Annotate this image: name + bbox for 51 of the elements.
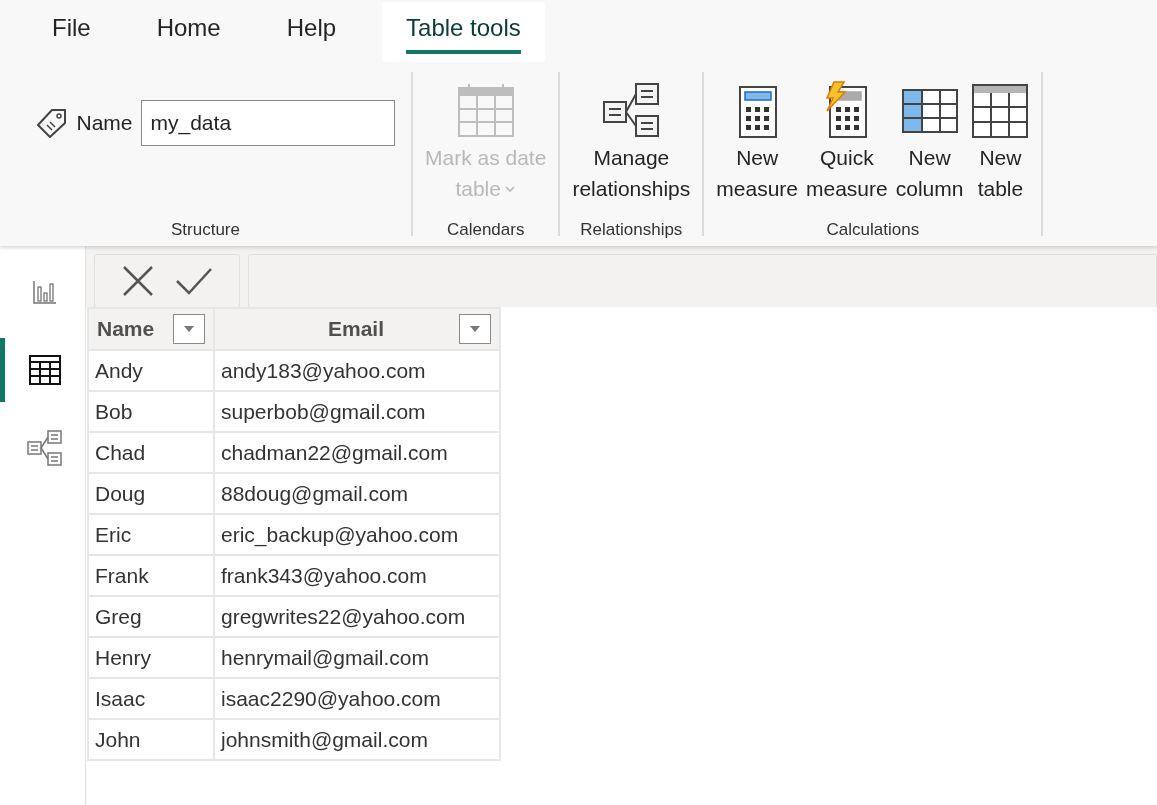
formula-field[interactable] bbox=[248, 254, 1157, 308]
ribbon-button[interactable]: New measure bbox=[712, 70, 802, 204]
table-cell: Frank bbox=[88, 555, 214, 596]
table-cell: Chad bbox=[88, 432, 214, 473]
column-header: Email bbox=[328, 316, 384, 343]
table-cell: andy183@yahoo.com bbox=[214, 350, 500, 391]
table-cell: superbob@gmail.com bbox=[214, 391, 500, 432]
table-cell: Greg bbox=[88, 596, 214, 637]
table-cell: chadman22@gmail.com bbox=[214, 432, 500, 473]
group-label: Structure bbox=[171, 218, 240, 241]
calendar-icon bbox=[456, 82, 515, 138]
ribbon-button[interactable]: New column bbox=[891, 70, 968, 204]
caret-icon bbox=[470, 326, 480, 332]
group-label: Calendars bbox=[446, 218, 525, 241]
table-icon bbox=[971, 81, 1030, 139]
table-cell: Henry bbox=[88, 637, 214, 678]
ribbon-button[interactable]: New table bbox=[967, 70, 1034, 204]
table-cell: eric_backup@yahoo.com bbox=[214, 514, 500, 555]
table-cell: johnsmith@gmail.com bbox=[214, 719, 500, 760]
model-icon bbox=[27, 430, 63, 466]
table-cell: Eric bbox=[88, 514, 214, 555]
menu-tab[interactable]: Help bbox=[262, 2, 361, 62]
ribbon-button[interactable]: Quick measure bbox=[802, 70, 892, 204]
name-field[interactable]: my_data bbox=[140, 100, 395, 146]
ribbon-button[interactable]: Manage relationships bbox=[568, 70, 695, 204]
table-cell: Isaac bbox=[88, 678, 214, 719]
filter-button[interactable] bbox=[173, 314, 205, 344]
table-cell: frank343@yahoo.com bbox=[214, 555, 500, 596]
table-cell: John bbox=[88, 719, 214, 760]
table-cell: henrymail@gmail.com bbox=[214, 637, 500, 678]
table-cell: Andy bbox=[88, 350, 214, 391]
group-label: Relationships bbox=[580, 218, 683, 241]
relationships-icon bbox=[602, 82, 661, 138]
table-cell: isaac2290@yahoo.com bbox=[214, 678, 500, 719]
group-label: Calculations bbox=[826, 218, 920, 241]
table-cell: gregwrites22@yahoo.com bbox=[214, 596, 500, 637]
name-label: Name bbox=[76, 110, 133, 137]
caret-icon bbox=[184, 326, 194, 332]
table-icon bbox=[29, 355, 61, 385]
table-cell: Bob bbox=[88, 391, 214, 432]
menu-tab[interactable]: Table tools bbox=[382, 2, 545, 62]
menu-tab[interactable]: File bbox=[28, 2, 115, 62]
table-cell: 88doug@gmail.com bbox=[214, 473, 500, 514]
table-cell: Doug bbox=[88, 473, 214, 514]
close-icon[interactable] bbox=[121, 264, 155, 298]
column-header: Name bbox=[97, 316, 155, 343]
bar-chart-icon bbox=[32, 279, 58, 305]
filter-button[interactable] bbox=[459, 314, 491, 344]
menu-tab[interactable]: Home bbox=[132, 2, 245, 62]
tag-icon bbox=[36, 108, 69, 138]
checkmark-icon[interactable] bbox=[175, 267, 213, 295]
